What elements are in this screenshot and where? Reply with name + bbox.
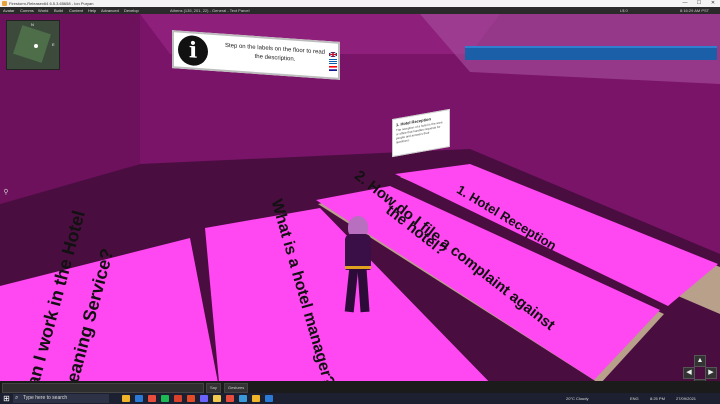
minimap-north-label: N (31, 22, 34, 27)
taskbar-app-icon[interactable] (135, 395, 143, 402)
location-pin-icon[interactable]: ⚲ (2, 189, 10, 197)
greece-flag-icon[interactable] (329, 59, 337, 64)
taskbar: ⊞ ⌕ Type here to search 20°C Cloudy ENG … (0, 393, 720, 404)
menu-develop[interactable]: Develop (124, 7, 139, 14)
turn-right-button[interactable]: ▶ (705, 367, 717, 379)
gestures-button[interactable]: Gestures (224, 383, 249, 393)
clock-label: 8:16:29 AM PST (680, 8, 710, 13)
avatar-torso (345, 234, 371, 270)
taskbar-app-icon[interactable] (226, 395, 234, 402)
taskbar-app-icon[interactable] (187, 395, 195, 402)
turn-left-button[interactable]: ◀ (683, 367, 695, 379)
taskbar-search-box[interactable]: ⌕ Type here to search (13, 394, 109, 403)
uk-flag-icon[interactable] (329, 52, 337, 57)
croatia-flag-icon[interactable] (329, 66, 337, 71)
menu-world[interactable]: World (38, 7, 48, 14)
move-forward-button[interactable]: ▲ (694, 355, 706, 367)
info-sign-text: Step on the labels on the floor to read … (224, 42, 326, 63)
viewer-window: Firestorm-Releasex64 6.5.3.65658 - Ion P… (0, 0, 720, 404)
language-label[interactable]: ENG (630, 393, 639, 404)
windows-start-icon[interactable]: ⊞ (2, 394, 11, 403)
taskbar-app-icon[interactable] (161, 395, 169, 402)
menu-comms[interactable]: Comms (20, 7, 34, 14)
menu-content[interactable]: Content (69, 7, 83, 14)
avatar-right-leg (357, 267, 370, 313)
info-icon: i (178, 34, 208, 67)
search-icon: ⌕ (15, 395, 19, 401)
menu-help[interactable]: Help (88, 7, 96, 14)
taskbar-app-icon[interactable] (200, 395, 208, 402)
avatar-belt (345, 266, 371, 269)
tray-date[interactable]: 27/09/2021 (676, 393, 696, 404)
menu-bar: Avatar Comms World Build Content Help Ad… (0, 7, 720, 14)
balance-label[interactable]: L$ 0 (620, 7, 628, 14)
taskbar-app-icon[interactable] (148, 395, 156, 402)
taskbar-app-icon[interactable] (252, 395, 260, 402)
chat-bar: Say Gestures (0, 381, 720, 393)
taskbar-app-icon[interactable] (122, 395, 130, 402)
tray-time[interactable]: 8:25 PM (650, 393, 665, 404)
maximize-button[interactable]: ☐ (692, 0, 706, 7)
taskbar-app-icon[interactable] (239, 395, 247, 402)
3d-viewport[interactable]: N E i Step on the labels on the floor to… (0, 14, 720, 393)
menu-avatar[interactable]: Avatar (3, 7, 15, 14)
minimap-terrain (13, 25, 51, 63)
minimap[interactable]: N E (6, 20, 60, 70)
avatar-left-leg (344, 267, 359, 313)
minimap-you-marker (34, 44, 38, 48)
say-button[interactable]: Say (206, 383, 221, 393)
taskbar-app-icon[interactable] (174, 395, 182, 402)
minimize-button[interactable]: — (678, 0, 692, 7)
blue-sign-bar (465, 46, 717, 60)
scene-geometry (0, 14, 720, 393)
nearby-chat-input[interactable] (2, 383, 204, 393)
minimap-east-label: E (52, 42, 55, 47)
region-info[interactable]: Athens (135, 201, 22) - General - Text P… (170, 7, 250, 14)
taskbar-search-placeholder: Type here to search (23, 395, 68, 401)
app-icon (2, 1, 7, 6)
close-button[interactable]: ✕ (706, 0, 720, 7)
menu-build[interactable]: Build (54, 7, 63, 14)
taskbar-app-icon[interactable] (213, 395, 221, 402)
weather-label[interactable]: 20°C Cloudy (566, 393, 589, 404)
taskbar-app-icon[interactable] (265, 395, 273, 402)
menu-advanced[interactable]: Advanced (101, 7, 119, 14)
avatar[interactable] (338, 216, 378, 316)
window-title: Firestorm-Releasex64 6.5.3.65658 - Ion P… (9, 1, 94, 6)
